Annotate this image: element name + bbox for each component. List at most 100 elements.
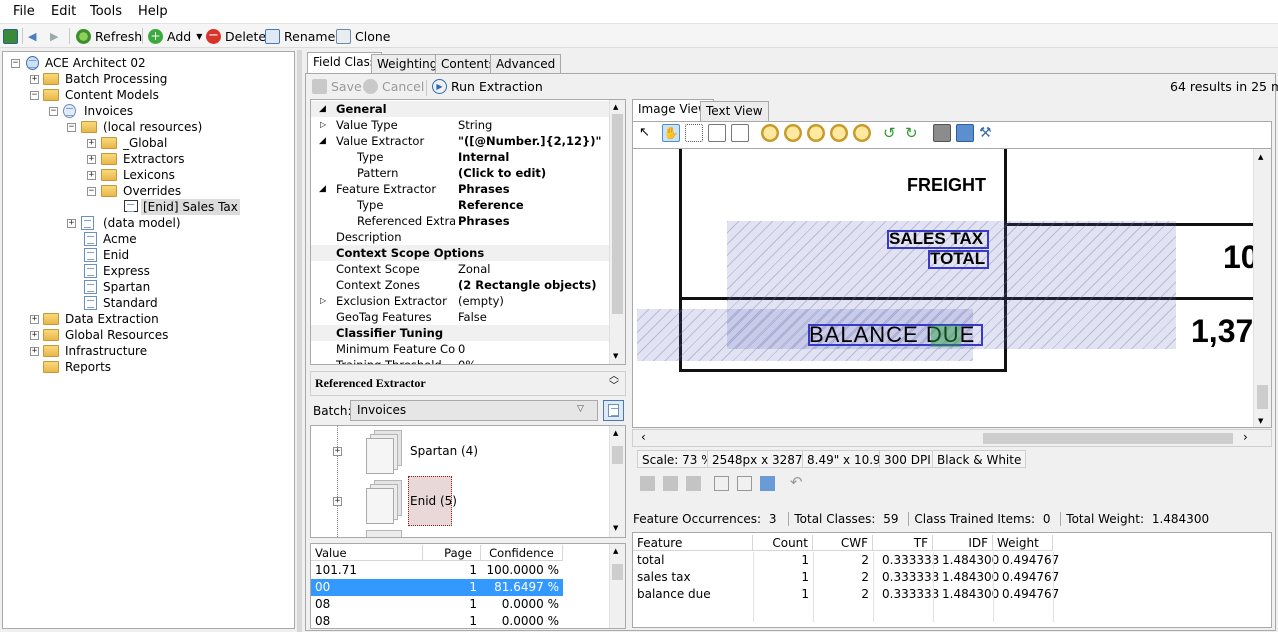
pointer-icon[interactable]: ↖	[639, 124, 657, 142]
expand-toggle[interactable]: +	[30, 347, 39, 356]
menu-tools[interactable]: Tools	[90, 4, 122, 19]
image-vscroll[interactable]: ▲ ▼	[1253, 149, 1271, 427]
rename-button[interactable]: Rename	[265, 27, 335, 45]
prop-training-threshold[interactable]: Training Threshold 0%	[311, 357, 611, 364]
col-header-confidence[interactable]: Confidence	[481, 545, 563, 561]
tree-global-resources[interactable]: Global Resources	[65, 327, 168, 343]
zoom-actual-icon[interactable]	[807, 124, 825, 142]
tree-overrides[interactable]: Overrides	[123, 183, 181, 199]
collapse-toggle[interactable]: −	[11, 59, 20, 68]
expand-toggle[interactable]: +	[87, 171, 96, 180]
expand-toggle[interactable]: +	[30, 75, 39, 84]
prop-type-2[interactable]: Type Reference	[311, 197, 611, 213]
expand-toggle[interactable]: +	[87, 155, 96, 164]
col-header-count[interactable]: Count	[753, 535, 813, 551]
add-button[interactable]: + Add ▼	[148, 27, 202, 45]
tree-express[interactable]: Express	[103, 263, 150, 279]
enhance-icon[interactable]	[760, 476, 775, 491]
crop-icon[interactable]	[737, 476, 752, 491]
vertical-splitter[interactable]	[297, 50, 302, 632]
rotate-left-icon[interactable]: ↺	[883, 124, 901, 142]
thumb-label[interactable]: Enid (5)	[410, 494, 457, 508]
zoom-out-icon[interactable]	[784, 124, 802, 142]
highlight-icon[interactable]	[686, 476, 701, 491]
rotate-right-icon[interactable]: ↻	[905, 124, 923, 142]
delete-button[interactable]: − Delete	[206, 27, 266, 45]
prop-context-scope[interactable]: Context Scope Zonal	[311, 261, 611, 277]
zoom-fit-icon[interactable]	[830, 124, 848, 142]
prop-min-feature-count[interactable]: Minimum Feature Count0	[311, 341, 611, 357]
print-icon[interactable]	[933, 124, 951, 142]
expand-toggle[interactable]: +	[87, 139, 96, 148]
feature-box-total[interactable]	[928, 250, 989, 269]
table-row[interactable]: balance due 1 2 0.333333 1.484300 0.4947…	[633, 586, 1059, 603]
menu-edit[interactable]: Edit	[51, 4, 76, 19]
prop-feature-extractor[interactable]: ◢ Feature Extractor Phrases	[311, 181, 611, 197]
category-context-scope[interactable]: Context Scope Options	[311, 245, 609, 261]
expand-toggle[interactable]: +	[333, 447, 342, 456]
tab-text-view[interactable]: Text View	[700, 101, 769, 121]
col-header-page[interactable]: Page	[423, 545, 481, 561]
zoom-selection-icon[interactable]	[731, 124, 749, 142]
category-general[interactable]: ◢ General	[311, 101, 609, 117]
tree-data-model[interactable]: (data model)	[103, 215, 181, 231]
col-header-tf[interactable]: TF	[873, 535, 933, 551]
prop-geotag-features[interactable]: GeoTag Features False	[311, 309, 611, 325]
scroll-thumb[interactable]	[612, 446, 623, 464]
thumbnail-scrollbar[interactable]: ▲ ▼	[609, 426, 625, 537]
refresh-button[interactable]: Refresh	[76, 27, 142, 45]
expand-toggle[interactable]: +	[67, 219, 76, 228]
tree-invoices[interactable]: Invoices	[84, 103, 133, 119]
scroll-thumb[interactable]	[1257, 385, 1268, 409]
prop-description[interactable]: Description	[311, 229, 611, 245]
collapse-chevron-icon[interactable]: ︿ ﹀	[609, 372, 619, 392]
col-header-weight[interactable]: Weight	[993, 535, 1053, 551]
collapse-toggle[interactable]: −	[67, 123, 76, 132]
expand-toggle[interactable]: +	[30, 315, 39, 324]
expand-toggle[interactable]: +	[30, 331, 39, 340]
draw-icon[interactable]	[663, 476, 678, 491]
col-header-cwf[interactable]: CWF	[813, 535, 873, 551]
col-header-idf[interactable]: IDF	[933, 535, 993, 551]
table-row[interactable]: 08 1 0.0000 %	[311, 596, 609, 613]
table-row-selected[interactable]: 00 1 81.6497 %	[311, 579, 609, 596]
tree-data-extraction[interactable]: Data Extraction	[65, 311, 159, 327]
category-classifier-tuning[interactable]: Classifier Tuning	[311, 325, 609, 341]
tree-root[interactable]: ACE Architect 02	[45, 55, 146, 71]
save-button[interactable]: Save	[312, 77, 362, 95]
collapse-toggle[interactable]: −	[87, 187, 96, 196]
col-header-feature[interactable]: Feature	[633, 535, 753, 551]
feature-box-sales-tax[interactable]	[887, 230, 989, 249]
tree-enid-sales-tax[interactable]: [Enid] Sales Tax	[141, 199, 240, 215]
tree-batch-processing[interactable]: Batch Processing	[65, 71, 167, 87]
tree-infrastructure[interactable]: Infrastructure	[65, 343, 147, 359]
collapse-toggle[interactable]: −	[49, 107, 58, 116]
referenced-extractor-header[interactable]: Referenced Extractor ︿ ﹀	[310, 371, 626, 396]
tree-content-models[interactable]: Content Models	[65, 87, 159, 103]
tree-acme[interactable]: Acme	[103, 231, 137, 247]
prop-value-extractor[interactable]: ◢ Value Extractor "([@Number.]{2,12})"	[311, 133, 611, 149]
table-row[interactable]: sales tax 1 2 0.333333 1.484300 0.494767	[633, 569, 1059, 586]
image-hscroll[interactable]: ‹ ›	[632, 429, 1272, 447]
table-row[interactable]: 08 1 0.0000 %	[311, 613, 609, 628]
tree-lexicons[interactable]: Lexicons	[123, 167, 175, 183]
property-scrollbar[interactable]: ▲ ▼	[609, 100, 625, 364]
menu-help[interactable]: Help	[138, 4, 168, 19]
zoom-width-icon[interactable]	[853, 124, 871, 142]
deskew-icon[interactable]	[714, 476, 729, 491]
table-row[interactable]: total 1 2 0.333333 1.484300 0.494767	[633, 552, 1059, 569]
tree-local-resources[interactable]: (local resources)	[103, 119, 202, 135]
prop-type[interactable]: Type Internal	[311, 149, 611, 165]
tab-advanced[interactable]: Advanced	[490, 54, 562, 74]
run-extraction-button[interactable]: ▶ Run Extraction	[432, 77, 543, 95]
prop-exclusion-extractor[interactable]: ▷ Exclusion Extractor (empty)	[311, 293, 611, 309]
back-arrow-icon[interactable]: ◀	[28, 27, 36, 45]
tree-standard[interactable]: Standard	[103, 295, 158, 311]
tree-enid[interactable]: Enid	[103, 247, 129, 263]
image-canvas[interactable]: FREIGHT SALES TAX TOTAL BALANCE DUE 10 1…	[632, 148, 1272, 428]
values-scrollbar[interactable]: ▲	[609, 544, 625, 628]
pan-hand-icon[interactable]: ✋	[662, 124, 680, 142]
tree-reports[interactable]: Reports	[65, 359, 111, 375]
clone-button[interactable]: Clone	[336, 27, 390, 45]
collapse-toggle[interactable]: −	[30, 91, 39, 100]
